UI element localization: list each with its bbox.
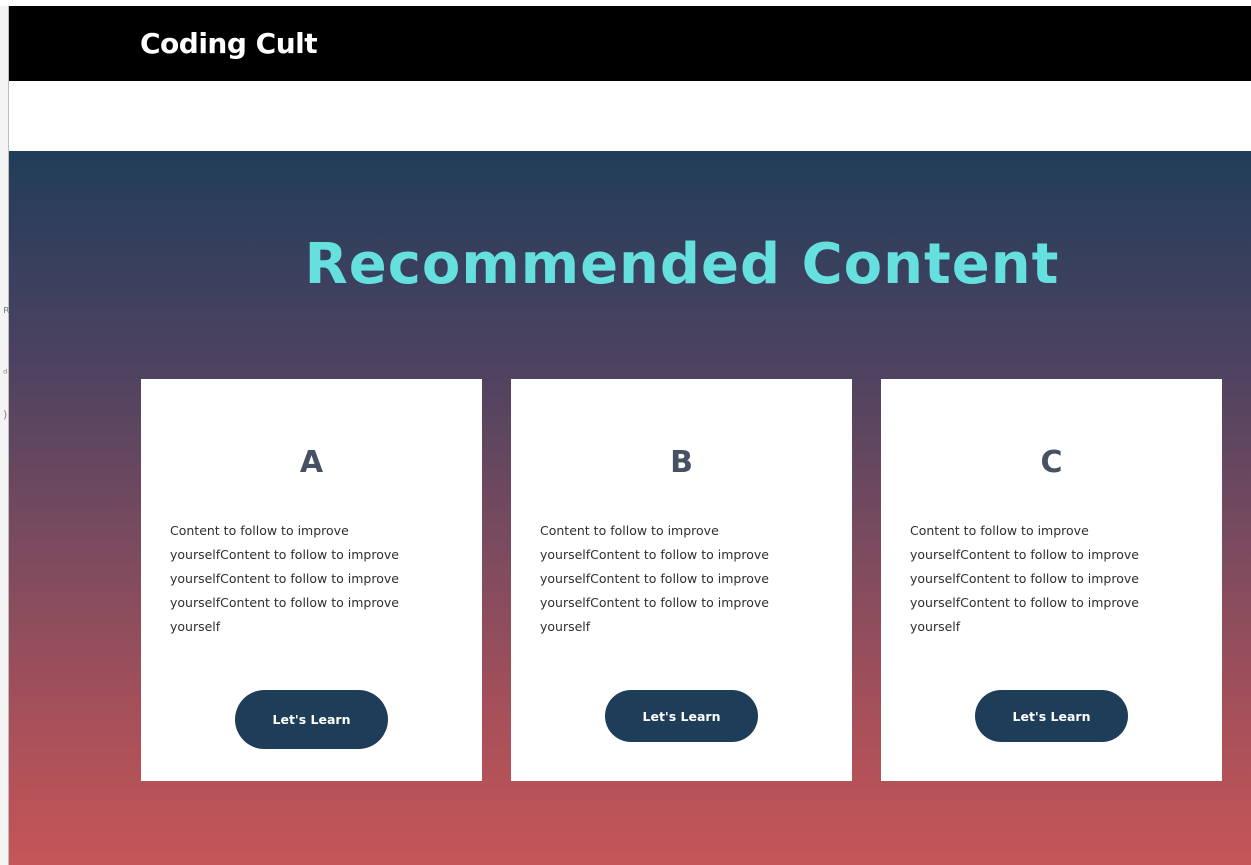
card-description: Content to follow to improve yourselfCon… bbox=[540, 523, 769, 634]
card-heading: C bbox=[1040, 445, 1063, 480]
header-spacer bbox=[9, 81, 1251, 151]
content-card-a: A Content to follow to improve yourselfC… bbox=[141, 379, 482, 781]
card-heading: A bbox=[299, 445, 324, 480]
brand-logo-text[interactable]: Coding Cult bbox=[140, 26, 318, 62]
card-description: Content to follow to improve yourselfCon… bbox=[170, 523, 399, 634]
content-card-b: B Content to follow to improve yourselfC… bbox=[511, 379, 852, 781]
left-edge-strip: ʀ ᵈ ) bbox=[0, 6, 10, 865]
lets-learn-button[interactable]: Let's Learn bbox=[975, 690, 1128, 742]
card-description: Content to follow to improve yourselfCon… bbox=[910, 523, 1139, 634]
site-header: Coding Cult bbox=[9, 6, 1251, 81]
recommended-section: Recommended Content A Content to follow … bbox=[9, 151, 1251, 865]
content-card-c: C Content to follow to improve yourselfC… bbox=[881, 379, 1222, 781]
lets-learn-button[interactable]: Let's Learn bbox=[235, 690, 388, 749]
lets-learn-button[interactable]: Let's Learn bbox=[605, 690, 758, 742]
edge-glyph: ) bbox=[3, 408, 8, 421]
section-title: Recommended Content bbox=[304, 232, 1060, 297]
page: ʀ ᵈ ) Coding Cult Recommended Content A … bbox=[0, 0, 1251, 865]
edge-glyph: ᵈ bbox=[3, 367, 8, 380]
card-heading: B bbox=[670, 445, 693, 480]
